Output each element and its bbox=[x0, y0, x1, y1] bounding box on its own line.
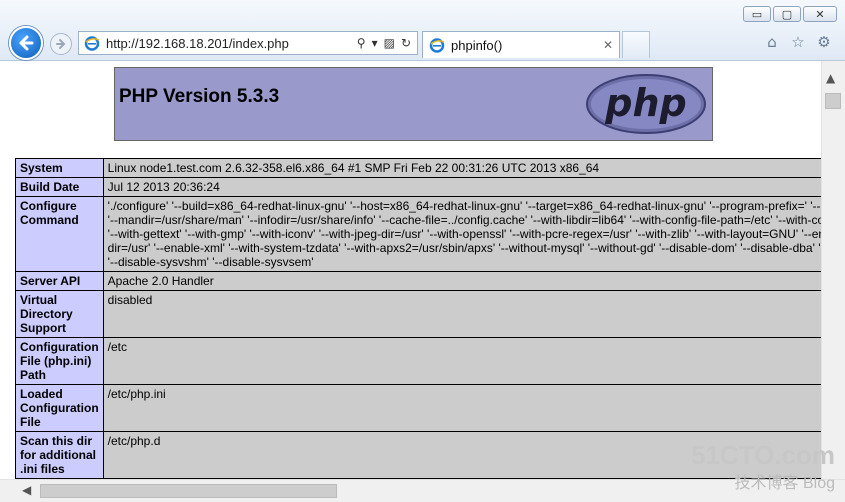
gear-icon[interactable]: ⚙ bbox=[815, 33, 833, 51]
close-tab-icon[interactable]: ✕ bbox=[603, 38, 613, 52]
page-viewport: PHP Version 5.3.3 php System Linux node1.… bbox=[0, 61, 821, 479]
row-value-line: /etc bbox=[107, 340, 127, 354]
back-button[interactable] bbox=[9, 26, 43, 60]
row-value-line: './configure' '--build=x86_64-redhat-lin… bbox=[107, 199, 821, 213]
row-value-line: '--mandir=/usr/share/man' '--infodir=/us… bbox=[107, 213, 821, 227]
row-value-line: dir=/usr' '--enable-xml' '--with-system-… bbox=[107, 241, 821, 255]
table-row: Loaded Configuration File/etc/php.ini bbox=[15, 384, 821, 432]
window-controls: ▭ ▢ ✕ bbox=[743, 6, 837, 22]
toolbar-icons: ⌂ ☆ ⚙ bbox=[763, 33, 833, 51]
php-header: PHP Version 5.3.3 php bbox=[114, 67, 713, 141]
row-label: System bbox=[15, 158, 104, 178]
row-value-line: '--with-gettext' '--with-gmp' '--with-ic… bbox=[107, 227, 821, 241]
info-table: System Linux node1.test.com 2.6.32-358.el… bbox=[15, 158, 821, 479]
php-logo-text: php bbox=[604, 81, 686, 125]
row-label: Build Date bbox=[15, 177, 104, 197]
row-value: /etc bbox=[102, 337, 821, 385]
url-text[interactable]: http://192.168.18.201/index.php bbox=[106, 36, 357, 51]
table-row: System Linux node1.test.com 2.6.32-358.el… bbox=[15, 158, 821, 178]
row-value: './configure' '--build=x86_64-redhat-lin… bbox=[102, 196, 821, 272]
minimize-button[interactable]: ▭ bbox=[743, 6, 771, 22]
page-title: PHP Version 5.3.3 bbox=[119, 86, 280, 107]
refresh-icon[interactable]: ↻ bbox=[401, 36, 411, 50]
ie-icon bbox=[84, 36, 100, 51]
row-label: Configuration File (php.ini) Path bbox=[15, 337, 104, 385]
vertical-scroll-thumb[interactable] bbox=[825, 93, 841, 109]
row-value: Linux node1.test.com 2.6.32-358.el6.x86_… bbox=[102, 158, 821, 178]
row-value-line: disabled bbox=[107, 293, 153, 307]
row-value: Jul 12 2013 20:36:24 bbox=[102, 177, 821, 197]
row-label: Scan this dir for additional .ini files bbox=[15, 431, 104, 479]
row-label: Virtual Directory Support bbox=[15, 290, 104, 338]
arrow-right-icon bbox=[56, 39, 66, 49]
php-logo: php bbox=[586, 74, 706, 134]
row-value-line: Apache 2.0 Handler bbox=[107, 274, 214, 288]
ie-tab-icon bbox=[429, 38, 445, 53]
row-label: Loaded Configuration File bbox=[15, 384, 104, 432]
watermark: 51CTO.com 技术博客 Blog bbox=[691, 440, 835, 493]
table-row: Configure Command './configure' '--build=… bbox=[15, 196, 821, 272]
chevron-down-icon[interactable]: ▾ bbox=[372, 36, 378, 50]
watermark-line3: Blog bbox=[802, 475, 835, 492]
horizontal-scroll-thumb[interactable] bbox=[40, 484, 337, 498]
row-label: Server API bbox=[15, 271, 104, 291]
vertical-scrollbar[interactable]: ▲ bbox=[821, 61, 845, 479]
row-value-line: /etc/php.ini bbox=[107, 387, 166, 401]
info-table-body: System Linux node1.test.com 2.6.32-358.el… bbox=[15, 158, 821, 479]
row-value: Apache 2.0 Handler bbox=[102, 271, 821, 291]
watermark-line2: 技术博客 bbox=[734, 475, 799, 492]
row-value-line: Jul 12 2013 20:36:24 bbox=[107, 180, 220, 194]
table-row: Virtual Directory Support disabled bbox=[15, 290, 821, 338]
close-button[interactable]: ✕ bbox=[803, 6, 837, 22]
table-row: Build Date Jul 12 2013 20:36:24 bbox=[15, 177, 821, 197]
watermark-line1: 51CTO.com bbox=[690, 440, 835, 470]
new-tab-button[interactable] bbox=[622, 31, 650, 58]
search-icon[interactable]: ⚲ bbox=[357, 36, 366, 50]
row-value: /etc/php.ini bbox=[102, 384, 821, 432]
row-label: Configure Command bbox=[15, 196, 104, 272]
table-row: Configuration File (php.ini) Path/etc bbox=[15, 337, 821, 385]
maximize-button[interactable]: ▢ bbox=[773, 6, 801, 22]
row-value: disabled bbox=[102, 290, 821, 338]
address-bar[interactable]: http://192.168.18.201/index.php ⚲ ▾ ▨ ↻ bbox=[78, 31, 418, 55]
arrow-left-icon bbox=[19, 35, 34, 51]
forward-button[interactable] bbox=[50, 33, 72, 55]
tab-title: phpinfo() bbox=[451, 37, 503, 53]
browser-chrome: ▭ ▢ ✕ http://192.168.18.201/index.php ⚲ … bbox=[0, 0, 845, 61]
row-value-line: '--disable-sysvshm' '--disable-sysvsem' bbox=[107, 255, 314, 269]
table-row: Server API Apache 2.0 Handler bbox=[15, 271, 821, 291]
favorites-star-icon[interactable]: ☆ bbox=[789, 33, 807, 51]
scroll-left-icon[interactable]: ◀ bbox=[22, 483, 31, 497]
scroll-up-icon[interactable]: ▲ bbox=[826, 71, 835, 85]
tab-phpinfo[interactable]: phpinfo() ✕ bbox=[422, 31, 620, 58]
compatibility-icon[interactable]: ▨ bbox=[384, 36, 395, 50]
home-icon[interactable]: ⌂ bbox=[763, 33, 781, 51]
row-value-line: Linux node1.test.com 2.6.32-358.el6.x86_… bbox=[107, 161, 600, 175]
